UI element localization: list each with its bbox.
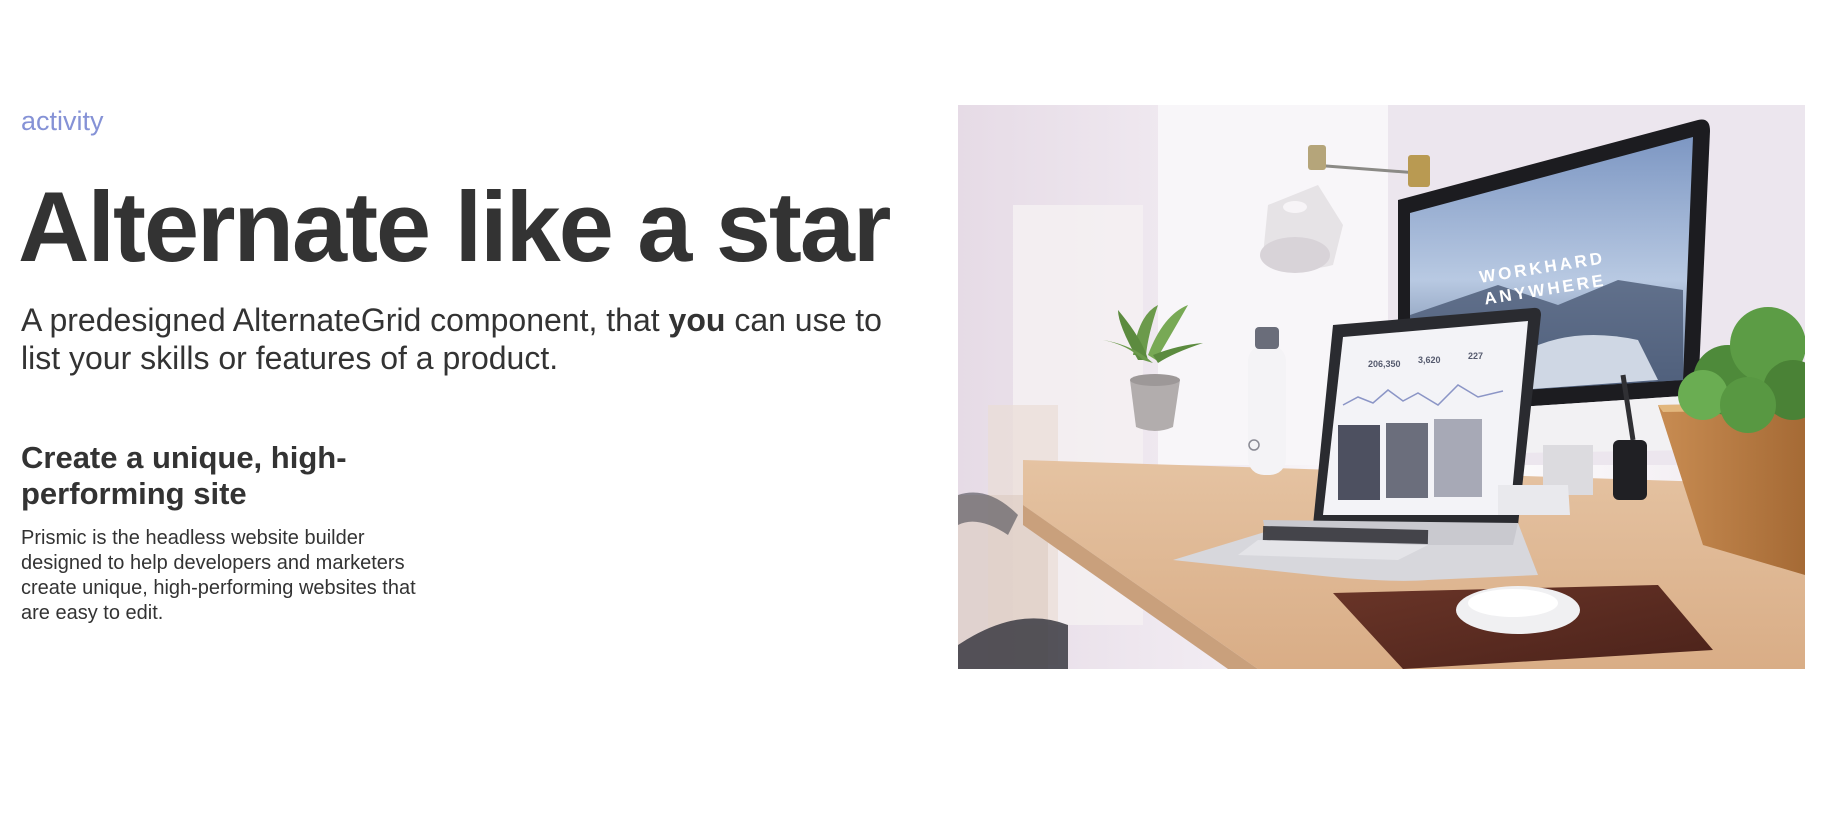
text-column: activity Alternate like a star A predesi… [18,102,901,624]
description-emphasis: you [668,302,726,338]
laptop-stat-1: 206,350 [1368,359,1401,369]
eyebrow-label: activity [21,106,104,136]
alternate-grid-section: activity Alternate like a star A predesi… [0,0,1824,824]
section-title: Alternate like a star [18,171,891,282]
description-text-start: A predesigned AlternateGrid component, t… [21,302,669,338]
desk-photo-illustration: WORKHARD ANYWHERE 206,350 3,620 227 [958,105,1805,669]
section-description: A predesigned AlternateGrid component, t… [21,301,901,377]
feature-title: Create a unique, high-performing site [21,440,347,511]
feature-description: Prismic is the headless website builder … [21,527,416,624]
laptop-stat-2: 3,620 [1418,355,1441,365]
laptop-stat-3: 227 [1468,351,1483,361]
desk-workspace-image: WORKHARD ANYWHERE 206,350 3,620 227 [958,105,1805,669]
feature-item: Create a unique, high-performing site Pr… [21,440,441,626]
